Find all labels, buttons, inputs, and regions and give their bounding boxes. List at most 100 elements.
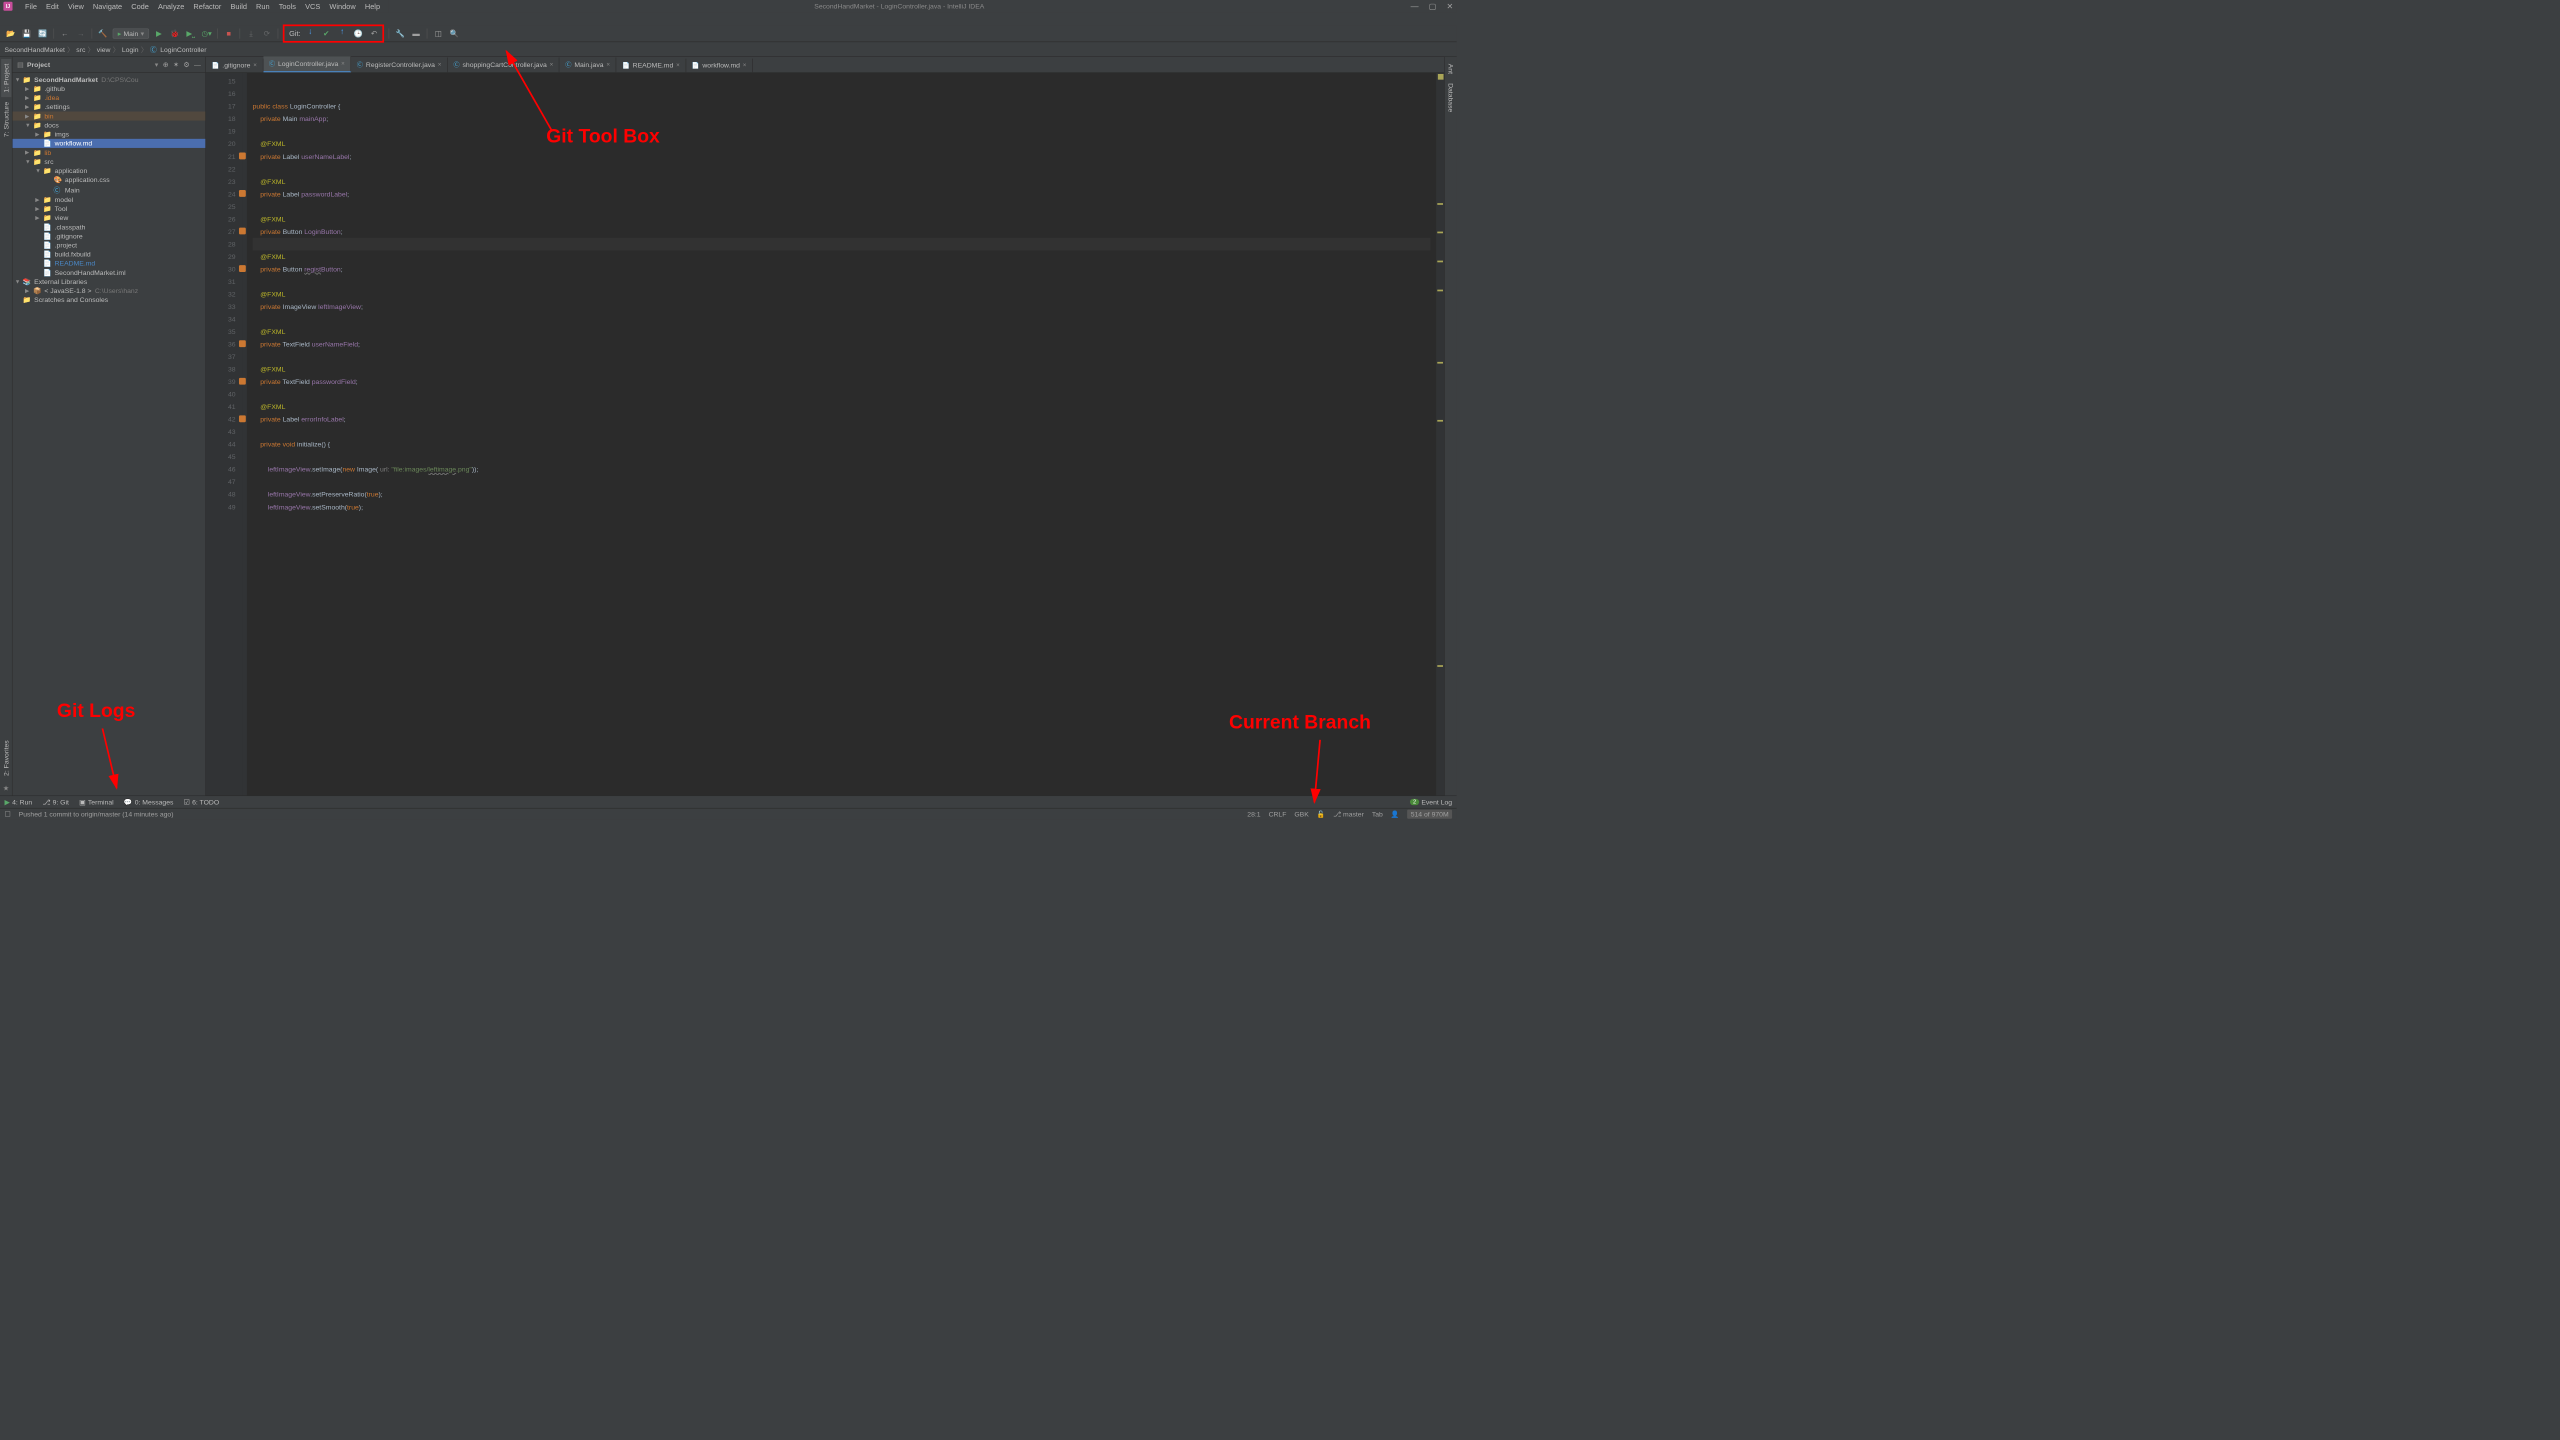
gutter-marker-icon[interactable] bbox=[239, 152, 246, 159]
line-number[interactable]: 46 bbox=[206, 463, 240, 476]
settings-icon[interactable]: 🔧 bbox=[394, 27, 407, 40]
save-icon[interactable]: 💾 bbox=[20, 27, 33, 40]
breadcrumb-logincontroller[interactable]: LoginController bbox=[160, 45, 206, 53]
git-commit-icon[interactable]: ✔ bbox=[320, 27, 333, 40]
close-button[interactable]: ✕ bbox=[1447, 1, 1454, 11]
code-line[interactable]: @FXML bbox=[253, 363, 1431, 376]
code-line[interactable] bbox=[253, 451, 1431, 464]
line-separator[interactable]: CRLF bbox=[1269, 810, 1287, 818]
tree-javase[interactable]: ▶📦< JavaSE-1.8 >C:\Users\hanz bbox=[13, 286, 206, 295]
inspection-icon[interactable]: 👤 bbox=[1391, 810, 1400, 818]
tree-root[interactable]: ▼📁 SecondHandMarket D:\CPS\Cou bbox=[13, 75, 206, 84]
code-line[interactable]: @FXML bbox=[253, 138, 1431, 151]
menu-vcs[interactable]: VCS bbox=[301, 0, 325, 12]
readonly-icon[interactable]: 🔓 bbox=[1317, 810, 1326, 818]
code-line[interactable]: private Label errorInfoLabel; bbox=[253, 413, 1431, 426]
tree-application[interactable]: ▼📁application bbox=[13, 166, 206, 175]
back-icon[interactable]: ← bbox=[59, 27, 72, 40]
line-number[interactable]: 18 bbox=[206, 113, 240, 126]
line-number[interactable]: 48 bbox=[206, 488, 240, 501]
code-line[interactable] bbox=[253, 426, 1431, 439]
build-icon[interactable]: 🔨 bbox=[97, 27, 110, 40]
code-line[interactable] bbox=[253, 476, 1431, 489]
memory-indicator[interactable]: 514 of 970M bbox=[1407, 809, 1452, 818]
debug-icon[interactable]: 🐞 bbox=[168, 27, 181, 40]
line-number[interactable]: 49 bbox=[206, 501, 240, 514]
editor-tab[interactable]: ⒸMain.java× bbox=[560, 57, 617, 72]
gutter-marker-icon[interactable] bbox=[239, 415, 246, 422]
gutter-marker-icon[interactable] bbox=[239, 265, 246, 272]
editor-tab[interactable]: 📄.gitignore× bbox=[206, 59, 263, 73]
tree-external-libraries[interactable]: ▼📚External Libraries bbox=[13, 277, 206, 286]
breadcrumb-view[interactable]: view bbox=[97, 45, 111, 53]
tree-src[interactable]: ▼📁src bbox=[13, 157, 206, 166]
code-line[interactable]: @FXML bbox=[253, 250, 1431, 263]
git-pull-icon[interactable]: ⭭ bbox=[304, 27, 317, 40]
menu-file[interactable]: File bbox=[20, 0, 41, 12]
favorites-tool-tab[interactable]: 2: Favorites bbox=[1, 736, 11, 781]
attach-icon[interactable]: ⤓ bbox=[245, 27, 258, 40]
search-icon[interactable]: 🔍 bbox=[448, 27, 461, 40]
line-number[interactable]: 34 bbox=[206, 313, 240, 326]
editor-tab[interactable]: ⒸLoginController.java× bbox=[263, 56, 351, 72]
tree-imgs[interactable]: ▶📁imgs bbox=[13, 130, 206, 139]
close-tab-icon[interactable]: × bbox=[341, 60, 345, 67]
line-number[interactable]: 37 bbox=[206, 351, 240, 364]
code-line[interactable] bbox=[253, 163, 1431, 176]
locate-icon[interactable]: ⊕ bbox=[163, 61, 169, 69]
line-number[interactable]: 43 bbox=[206, 426, 240, 439]
tree-project[interactable]: 📄.project bbox=[13, 241, 206, 250]
messages-tool-button[interactable]: 💬0: Messages bbox=[124, 798, 174, 806]
code-line[interactable] bbox=[253, 351, 1431, 364]
line-number[interactable]: 36 bbox=[206, 338, 240, 351]
minimize-button[interactable]: — bbox=[1411, 1, 1419, 11]
line-number[interactable]: 22 bbox=[206, 163, 240, 176]
tree-iml[interactable]: 📄SecondHandMarket.iml bbox=[13, 268, 206, 277]
breadcrumb-login[interactable]: Login bbox=[122, 45, 139, 53]
line-number[interactable]: 30 bbox=[206, 263, 240, 276]
line-number[interactable]: 32 bbox=[206, 288, 240, 301]
file-encoding[interactable]: GBK bbox=[1294, 810, 1308, 818]
menu-run[interactable]: Run bbox=[252, 0, 275, 12]
stop-icon[interactable]: ■ bbox=[223, 27, 236, 40]
tree-settings[interactable]: ▶📁.settings bbox=[13, 102, 206, 111]
tree-model[interactable]: ▶📁model bbox=[13, 195, 206, 204]
project-tool-tab[interactable]: 1: Project bbox=[1, 59, 11, 97]
close-tab-icon[interactable]: × bbox=[743, 62, 747, 69]
tree-github[interactable]: ▶📁.github bbox=[13, 84, 206, 93]
menu-edit[interactable]: Edit bbox=[42, 0, 64, 12]
code-line[interactable]: leftImageView.setSmooth(true); bbox=[253, 501, 1431, 514]
maximize-button[interactable]: ▢ bbox=[1429, 1, 1437, 11]
line-number[interactable]: 35 bbox=[206, 325, 240, 338]
structure-tool-tab[interactable]: 7: Structure bbox=[1, 97, 11, 141]
editor-tab[interactable]: ⒸRegisterController.java× bbox=[351, 57, 448, 72]
menu-analyze[interactable]: Analyze bbox=[153, 0, 188, 12]
code-line[interactable]: @FXML bbox=[253, 325, 1431, 338]
code-line[interactable] bbox=[253, 313, 1431, 326]
line-number[interactable]: 38 bbox=[206, 363, 240, 376]
line-number[interactable]: 19 bbox=[206, 125, 240, 138]
todo-tool-button[interactable]: ☑6: TODO bbox=[184, 798, 219, 806]
line-number[interactable]: 15 bbox=[206, 75, 240, 88]
git-history-icon[interactable]: 🕒 bbox=[352, 27, 365, 40]
open-icon[interactable]: 📂 bbox=[5, 27, 18, 40]
code-line[interactable] bbox=[253, 88, 1431, 101]
editor-tab[interactable]: 📄workflow.md× bbox=[686, 59, 753, 73]
code-line[interactable]: private Button registButton; bbox=[253, 263, 1431, 276]
line-number[interactable]: 47 bbox=[206, 476, 240, 489]
ant-tool-tab[interactable]: Ant bbox=[1446, 59, 1456, 78]
tree-readme[interactable]: 📄README.md bbox=[13, 259, 206, 268]
menu-refactor[interactable]: Refactor bbox=[189, 0, 226, 12]
menu-view[interactable]: View bbox=[63, 0, 88, 12]
project-view-icon[interactable]: ▤ bbox=[17, 61, 23, 69]
tree-classpath[interactable]: 📄.classpath bbox=[13, 222, 206, 231]
gear-icon[interactable]: ⚙ bbox=[183, 61, 189, 69]
code-line[interactable] bbox=[253, 275, 1431, 288]
code-line[interactable]: private TextField userNameField; bbox=[253, 338, 1431, 351]
code-line[interactable] bbox=[253, 238, 1431, 251]
code-editor[interactable]: 1516171819202122232425262728293031323334… bbox=[206, 73, 1444, 796]
tree-bin[interactable]: ▶📁bin bbox=[13, 112, 206, 121]
menu-build[interactable]: Build bbox=[226, 0, 252, 12]
code-line[interactable]: private Label userNameLabel; bbox=[253, 150, 1431, 163]
menu-window[interactable]: Window bbox=[325, 0, 360, 12]
